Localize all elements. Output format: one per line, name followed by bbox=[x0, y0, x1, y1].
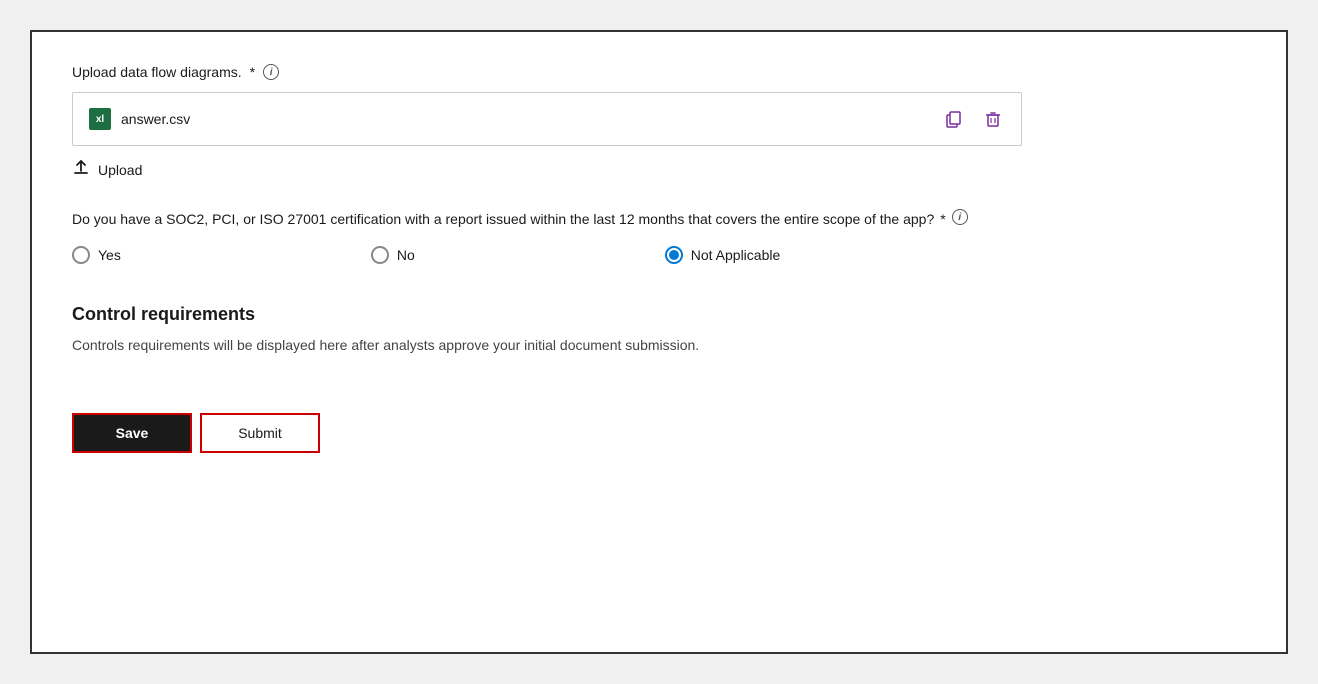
control-requirements-title: Control requirements bbox=[72, 304, 1246, 325]
radio-dot bbox=[669, 250, 679, 260]
certification-required-marker: * bbox=[940, 209, 945, 230]
certification-info-icon[interactable]: i bbox=[952, 209, 968, 225]
upload-button[interactable]: Upload bbox=[72, 158, 142, 181]
submit-button[interactable]: Submit bbox=[200, 413, 320, 453]
save-button[interactable]: Save bbox=[72, 413, 192, 453]
upload-label-text: Upload data flow diagrams. bbox=[72, 64, 242, 80]
radio-group: Yes No Not Applicable bbox=[72, 246, 1246, 264]
copy-file-button[interactable] bbox=[941, 107, 965, 131]
file-box: xl answer.csv bbox=[72, 92, 1022, 146]
radio-yes-input[interactable] bbox=[72, 246, 90, 264]
radio-no-input[interactable] bbox=[371, 246, 389, 264]
upload-info-icon[interactable]: i bbox=[263, 64, 279, 80]
upload-button-label: Upload bbox=[98, 162, 142, 178]
certification-question-text: Do you have a SOC2, PCI, or ISO 27001 ce… bbox=[72, 209, 934, 230]
certification-question: Do you have a SOC2, PCI, or ISO 27001 ce… bbox=[72, 209, 1246, 230]
upload-label: Upload data flow diagrams. * i bbox=[72, 64, 1246, 80]
delete-file-button[interactable] bbox=[981, 107, 1005, 131]
excel-icon: xl bbox=[89, 108, 111, 130]
file-info: xl answer.csv bbox=[89, 108, 190, 130]
radio-no-label: No bbox=[397, 247, 415, 263]
radio-option-no[interactable]: No bbox=[371, 246, 415, 264]
upload-arrow-icon bbox=[72, 158, 90, 181]
control-requirements-desc: Controls requirements will be displayed … bbox=[72, 337, 1246, 353]
radio-yes-label: Yes bbox=[98, 247, 121, 263]
radio-option-yes[interactable]: Yes bbox=[72, 246, 121, 264]
radio-option-not-applicable[interactable]: Not Applicable bbox=[665, 246, 781, 264]
file-actions bbox=[941, 107, 1005, 131]
required-marker: * bbox=[250, 64, 255, 80]
file-name: answer.csv bbox=[121, 111, 190, 127]
button-group: Save Submit bbox=[72, 413, 1246, 453]
main-container: Upload data flow diagrams. * i xl answer… bbox=[30, 30, 1288, 654]
radio-not-applicable-input[interactable] bbox=[665, 246, 683, 264]
radio-not-applicable-label: Not Applicable bbox=[691, 247, 781, 263]
